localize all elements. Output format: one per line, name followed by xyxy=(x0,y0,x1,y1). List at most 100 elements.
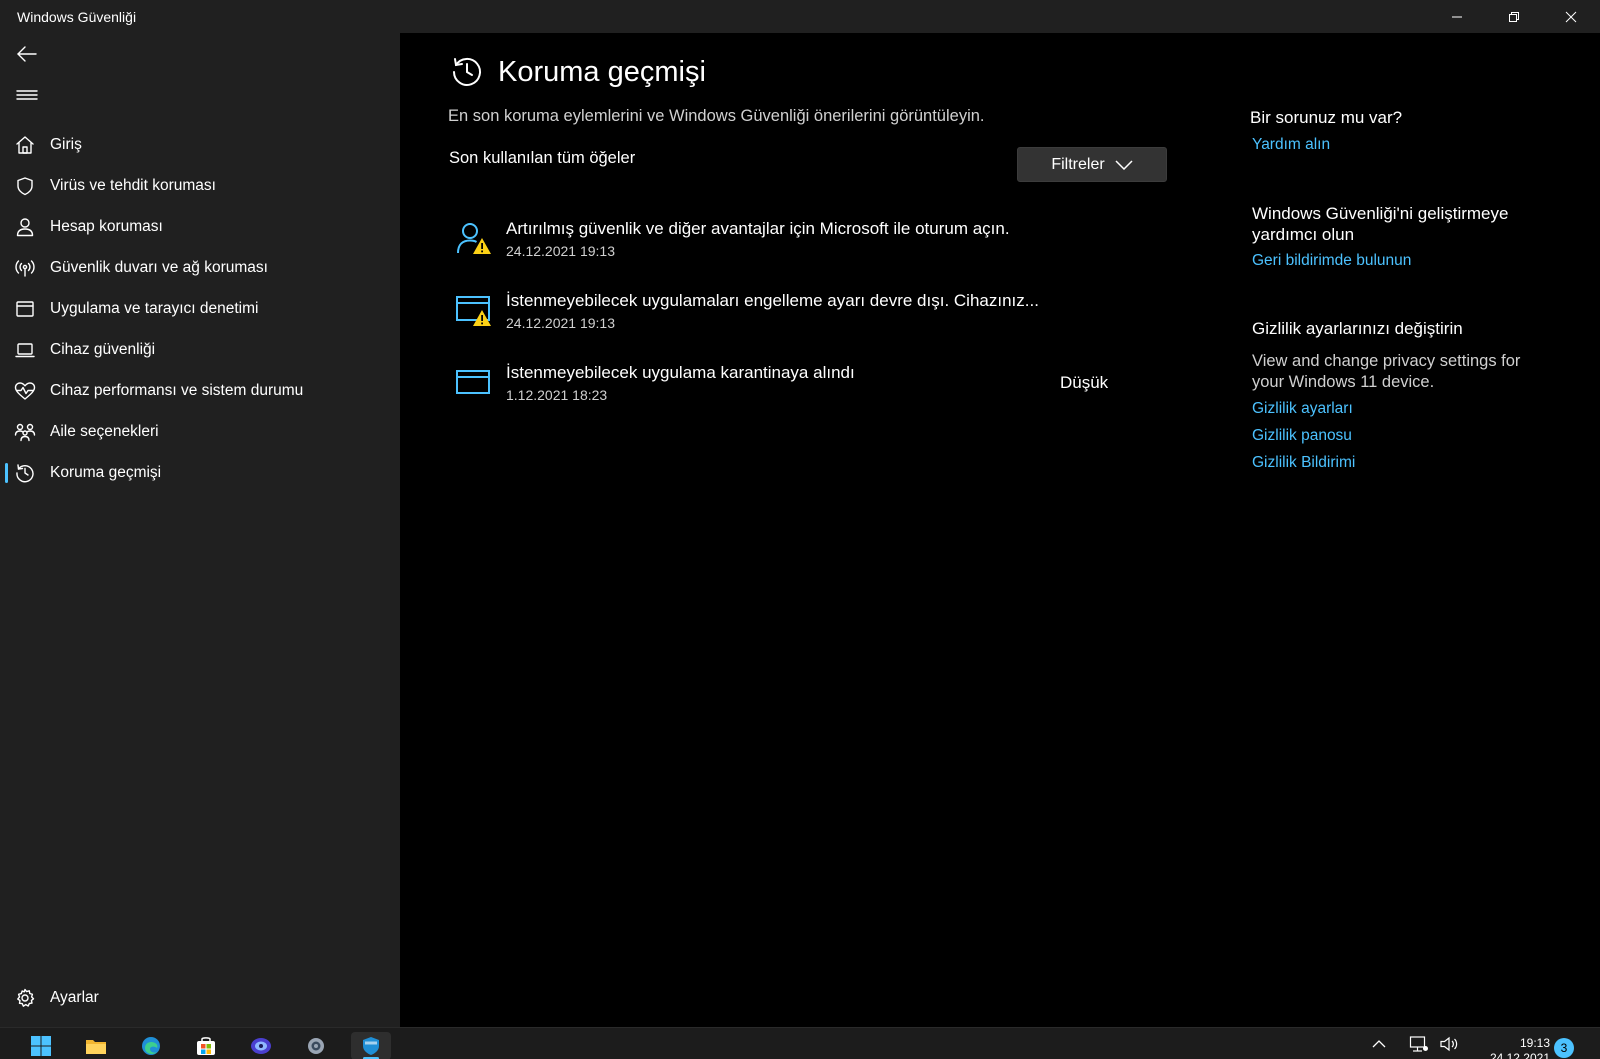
history-item-title: İstenmeyebilecek uygulama karantinaya al… xyxy=(506,363,855,382)
severity-label: Düşük xyxy=(1060,373,1109,392)
improve-heading-line-1: Windows Güvenliği'ni geliştirmeye xyxy=(1252,204,1509,223)
sidebar-item-label: Koruma geçmişi xyxy=(50,464,162,481)
active-indicator xyxy=(5,463,8,483)
history-item-date: 24.12.2021 19:13 xyxy=(506,243,615,259)
hamburger-menu-button[interactable] xyxy=(12,83,42,107)
app-window-icon xyxy=(456,370,490,394)
minimize-icon xyxy=(1451,16,1462,17)
sidebar-item-firewall[interactable]: Güvenlik duvarı ve ağ koruması xyxy=(0,248,400,288)
section-label: Son kullanılan tüm öğeler xyxy=(449,149,636,167)
taskbar: 19:13 24.12.2021 3 xyxy=(0,1027,1600,1059)
clock-date: 24.12.2021 xyxy=(1489,1051,1550,1059)
sidebar-item-settings[interactable]: Ayarlar xyxy=(0,978,400,1018)
history-icon xyxy=(453,57,481,86)
media-icon xyxy=(251,1038,271,1054)
title-bar: Windows Güvenliği xyxy=(0,0,1600,33)
restore-icon xyxy=(1508,11,1519,22)
app-warning-icon xyxy=(456,296,491,326)
sidebar-item-home[interactable]: Giriş xyxy=(0,125,400,165)
hamburger-icon xyxy=(16,90,38,100)
sidebar: Giriş Virüs ve tehdit koruması Hesap kor… xyxy=(0,33,400,1027)
improve-heading-line-2: yardımcı olun xyxy=(1252,225,1355,244)
start-icon xyxy=(31,1036,51,1056)
history-item-title: İstenmeyebilecek uygulamaları engelleme … xyxy=(506,291,1039,310)
feedback-link[interactable]: Geri bildirimde bulunun xyxy=(1252,252,1411,270)
page-header: Koruma geçmişi xyxy=(450,55,706,89)
file-explorer-icon xyxy=(86,1040,106,1054)
settings-icon xyxy=(308,1038,324,1054)
edge-icon xyxy=(142,1037,160,1055)
sidebar-item-device-security[interactable]: Cihaz güvenliği xyxy=(0,330,400,370)
laptop-icon xyxy=(14,339,36,361)
antenna-icon xyxy=(14,257,36,279)
family-icon xyxy=(14,421,36,443)
privacy-statement-link[interactable]: Gizlilik Bildirimi xyxy=(1252,454,1355,472)
account-warning-icon xyxy=(457,223,491,254)
network-icon xyxy=(1409,1036,1428,1052)
back-button[interactable] xyxy=(12,41,42,67)
privacy-description: View and change privacy settings for you… xyxy=(1252,352,1521,391)
sidebar-item-account-protection[interactable]: Hesap koruması xyxy=(0,207,400,247)
close-icon xyxy=(1565,11,1576,22)
get-help-link[interactable]: Yardım alın xyxy=(1252,136,1330,154)
app-window-icon xyxy=(14,298,36,320)
shield-icon xyxy=(14,175,36,197)
page-subtitle: En son koruma eylemlerini ve Windows Güv… xyxy=(448,107,985,125)
settings-label: Ayarlar xyxy=(50,989,99,1006)
sidebar-item-family-options[interactable]: Aile seçenekleri xyxy=(0,412,400,452)
filters-label: Filtreler xyxy=(1051,155,1105,173)
privacy-dashboard-link[interactable]: Gizlilik panosu xyxy=(1252,427,1352,445)
sidebar-item-label: Güvenlik duvarı ve ağ koruması xyxy=(50,259,268,276)
heart-pulse-icon xyxy=(14,380,36,402)
gear-icon xyxy=(14,987,36,1009)
network-button[interactable] xyxy=(1406,1032,1432,1056)
home-icon xyxy=(14,134,36,156)
privacy-settings-link[interactable]: Gizlilik ayarları xyxy=(1252,400,1353,418)
show-hidden-icons-button[interactable] xyxy=(1366,1032,1392,1056)
sidebar-item-label: Aile seçenekleri xyxy=(50,423,159,440)
sidebar-item-label: Cihaz performansı ve sistem durumu xyxy=(50,382,304,399)
privacy-heading: Gizlilik ayarlarınızı değiştirin xyxy=(1252,319,1463,338)
windows-security-button[interactable] xyxy=(351,1032,391,1059)
chevron-down-icon xyxy=(1115,159,1133,170)
restore-button[interactable] xyxy=(1485,0,1542,33)
history-item-date: 24.12.2021 19:13 xyxy=(506,315,615,331)
history-icon xyxy=(14,462,36,484)
main-content: Koruma geçmişi En son koruma eylemlerini… xyxy=(400,33,1600,1027)
sidebar-item-label: Hesap koruması xyxy=(50,218,163,235)
store-icon xyxy=(197,1037,215,1055)
help-heading: Bir sorunuz mu var? xyxy=(1250,108,1403,127)
edge-button[interactable] xyxy=(131,1032,171,1059)
page-title: Koruma geçmişi xyxy=(498,55,706,88)
store-button[interactable] xyxy=(186,1032,226,1059)
clock-time: 19:13 xyxy=(1519,1036,1550,1050)
chevron-up-icon xyxy=(1372,1040,1386,1048)
person-icon xyxy=(14,216,36,238)
sidebar-item-virus-protection[interactable]: Virüs ve tehdit koruması xyxy=(0,166,400,206)
sidebar-item-device-performance[interactable]: Cihaz performansı ve sistem durumu xyxy=(0,371,400,411)
sidebar-item-label: Giriş xyxy=(50,136,82,153)
history-item[interactable]: Artırılmış güvenlik ve diğer avantajlar … xyxy=(450,217,1150,273)
volume-icon xyxy=(1440,1036,1458,1052)
sidebar-item-app-browser-control[interactable]: Uygulama ve tarayıcı denetimi xyxy=(0,289,400,329)
history-item-date: 1.12.2021 18:23 xyxy=(506,387,608,403)
start-button[interactable] xyxy=(21,1032,61,1059)
history-item-title: Artırılmış güvenlik ve diğer avantajlar … xyxy=(506,219,1010,238)
back-arrow-icon xyxy=(17,46,37,62)
notification-badge[interactable]: 3 xyxy=(1554,1038,1574,1058)
history-item[interactable]: İstenmeyebilecek uygulamaları engelleme … xyxy=(450,289,1150,345)
window-title: Windows Güvenliği xyxy=(17,9,137,25)
taskbar-clock[interactable]: 19:13 24.12.2021 xyxy=(1470,1036,1550,1059)
close-button[interactable] xyxy=(1542,0,1599,33)
sidebar-item-label: Uygulama ve tarayıcı denetimi xyxy=(50,300,259,317)
sidebar-item-label: Cihaz güvenliği xyxy=(50,341,156,358)
file-explorer-button[interactable] xyxy=(76,1032,116,1059)
security-icon xyxy=(363,1037,379,1055)
history-item[interactable]: İstenmeyebilecek uygulama karantinaya al… xyxy=(450,361,1150,417)
media-app-button[interactable] xyxy=(241,1032,281,1059)
minimize-button[interactable] xyxy=(1428,0,1485,33)
settings-app-button[interactable] xyxy=(296,1032,336,1059)
volume-button[interactable] xyxy=(1436,1032,1462,1056)
filters-button[interactable]: Filtreler xyxy=(1017,147,1167,182)
sidebar-item-protection-history[interactable]: Koruma geçmişi xyxy=(0,453,400,493)
